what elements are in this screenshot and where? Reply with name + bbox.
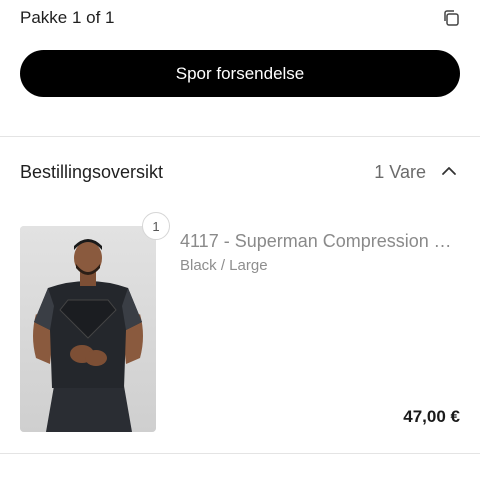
package-title: Pakke 1 of 1 [20, 8, 115, 27]
order-item-count: 1 Vare [374, 162, 426, 182]
order-summary-toggle[interactable]: Bestillingsoversikt 1 Vare [20, 160, 460, 184]
copy-icon[interactable] [442, 9, 460, 27]
chevron-up-icon[interactable] [441, 165, 457, 177]
product-name: 4117 - Superman Compression T-Shirt [180, 231, 460, 251]
product-price: 47,00 € [403, 407, 460, 426]
quantity-badge: 1 [142, 212, 170, 240]
product-image [20, 226, 156, 432]
section-divider [0, 136, 480, 137]
section-divider [0, 453, 480, 454]
order-summary-title: Bestillingsoversikt [20, 162, 164, 182]
package-header: Pakke 1 of 1 [20, 7, 460, 29]
track-shipment-button[interactable]: Spor forsendelse [20, 50, 460, 97]
product-variant: Black / Large [180, 257, 268, 274]
